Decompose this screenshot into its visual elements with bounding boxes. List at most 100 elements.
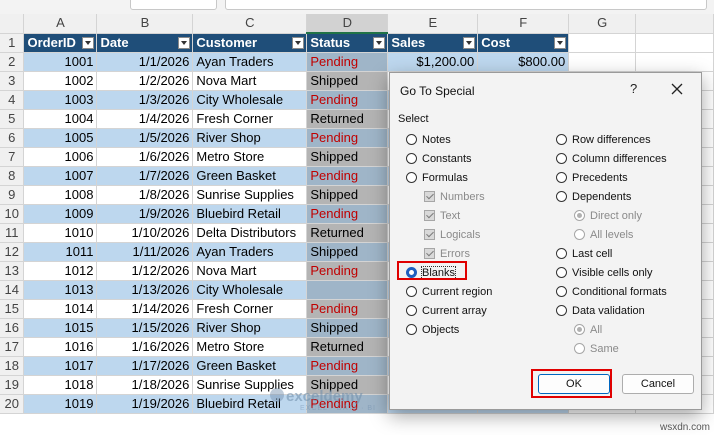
cell-date[interactable]: 1/9/2026 xyxy=(96,204,194,224)
option-row-differences[interactable]: Row differences xyxy=(556,132,651,148)
cell-customer[interactable]: Nova Mart xyxy=(192,71,308,91)
option-data-validation[interactable]: Data validation xyxy=(556,303,645,319)
cancel-button[interactable]: Cancel xyxy=(622,374,694,394)
cell-date[interactable]: 1/16/2026 xyxy=(96,337,194,357)
cell-status[interactable]: Pending xyxy=(306,204,389,224)
cell-sales[interactable]: $1,200.00 xyxy=(387,52,479,72)
row-header[interactable]: 17 xyxy=(0,337,25,357)
cell-customer[interactable]: Nova Mart xyxy=(192,261,308,281)
cell-date[interactable]: 1/3/2026 xyxy=(96,90,194,110)
row-header[interactable]: 6 xyxy=(0,128,25,148)
cell-empty[interactable] xyxy=(568,33,637,53)
cell-order-id[interactable]: 1019 xyxy=(23,394,98,414)
header-cell-orderid[interactable]: OrderID xyxy=(23,33,98,53)
option-objects[interactable]: Objects xyxy=(406,322,459,338)
row-header[interactable]: 1 xyxy=(0,33,25,53)
cell-empty[interactable] xyxy=(568,52,637,72)
cell-status[interactable]: Pending xyxy=(306,356,389,376)
row-header[interactable]: 9 xyxy=(0,185,25,205)
cell-status[interactable]: Pending xyxy=(306,52,389,72)
row-header[interactable]: 3 xyxy=(0,71,25,91)
cell-status[interactable]: Returned xyxy=(306,337,389,357)
cell-status[interactable]: Shipped xyxy=(306,242,389,262)
filter-dropdown-icon[interactable] xyxy=(82,36,95,49)
cell-customer[interactable]: City Wholesale xyxy=(192,280,308,300)
cell-customer[interactable]: Green Basket xyxy=(192,356,308,376)
cell-date[interactable]: 1/5/2026 xyxy=(96,128,194,148)
cell-date[interactable]: 1/4/2026 xyxy=(96,109,194,129)
column-header-g[interactable]: G xyxy=(568,14,637,34)
row-header[interactable]: 15 xyxy=(0,299,25,319)
column-header-c[interactable]: C xyxy=(192,14,308,34)
cell-date[interactable]: 1/13/2026 xyxy=(96,280,194,300)
cell-date[interactable]: 1/6/2026 xyxy=(96,147,194,167)
cell-order-id[interactable]: 1003 xyxy=(23,90,98,110)
option-conditional-formats[interactable]: Conditional formats xyxy=(556,284,667,300)
column-header-a[interactable]: A xyxy=(23,14,98,34)
cell-order-id[interactable]: 1008 xyxy=(23,185,98,205)
cell-cost[interactable]: $800.00 xyxy=(477,52,570,72)
column-header-b[interactable]: B xyxy=(96,14,194,34)
cell-customer[interactable]: Sunrise Supplies xyxy=(192,185,308,205)
filter-dropdown-icon[interactable] xyxy=(292,36,305,49)
header-cell-status[interactable]: Status xyxy=(306,33,389,53)
cell-order-id[interactable]: 1009 xyxy=(23,204,98,224)
cell-status[interactable]: Pending xyxy=(306,299,389,319)
cell-customer[interactable]: Green Basket xyxy=(192,166,308,186)
cell-customer[interactable]: Metro Store xyxy=(192,147,308,167)
cell-status[interactable]: Pending xyxy=(306,261,389,281)
cell-status[interactable]: Pending xyxy=(306,90,389,110)
cell-date[interactable]: 1/11/2026 xyxy=(96,242,194,262)
row-header[interactable]: 14 xyxy=(0,280,25,300)
cell-customer[interactable]: Bluebird Retail xyxy=(192,204,308,224)
row-header[interactable]: 7 xyxy=(0,147,25,167)
cell-order-id[interactable]: 1002 xyxy=(23,71,98,91)
filter-dropdown-icon[interactable] xyxy=(373,37,386,49)
cell-customer[interactable]: Fresh Corner xyxy=(192,109,308,129)
cell-status[interactable]: Returned xyxy=(306,109,389,129)
cell-status[interactable]: Returned xyxy=(306,223,389,243)
cell-order-id[interactable]: 1011 xyxy=(23,242,98,262)
cell-status[interactable]: Pending xyxy=(306,128,389,148)
header-cell-customer[interactable]: Customer xyxy=(192,33,308,53)
column-header-e[interactable]: E xyxy=(387,14,479,34)
help-button[interactable]: ? xyxy=(630,81,637,96)
option-precedents[interactable]: Precedents xyxy=(556,170,628,186)
close-button[interactable] xyxy=(666,79,688,99)
row-header[interactable]: 8 xyxy=(0,166,25,186)
row-header[interactable]: 2 xyxy=(0,52,25,72)
cell-empty[interactable] xyxy=(635,52,714,72)
cell-order-id[interactable]: 1018 xyxy=(23,375,98,395)
cell-order-id[interactable]: 1013 xyxy=(23,280,98,300)
row-header[interactable]: 4 xyxy=(0,90,25,110)
cell-status[interactable]: Pending xyxy=(306,166,389,186)
cell-order-id[interactable]: 1014 xyxy=(23,299,98,319)
cell-customer[interactable]: Delta Distributors xyxy=(192,223,308,243)
option-notes[interactable]: Notes xyxy=(406,132,451,148)
cell-date[interactable]: 1/14/2026 xyxy=(96,299,194,319)
cell-customer[interactable]: City Wholesale xyxy=(192,90,308,110)
row-header[interactable]: 19 xyxy=(0,375,25,395)
row-header[interactable]: 13 xyxy=(0,261,25,281)
row-header[interactable]: 11 xyxy=(0,223,25,243)
cell-customer[interactable]: Ayan Traders xyxy=(192,52,308,72)
cell-empty[interactable] xyxy=(635,33,714,53)
ok-button[interactable]: OK xyxy=(538,374,610,394)
cell-customer[interactable]: Fresh Corner xyxy=(192,299,308,319)
select-all-corner[interactable] xyxy=(0,14,25,34)
cell-order-id[interactable]: 1005 xyxy=(23,128,98,148)
row-header[interactable]: 12 xyxy=(0,242,25,262)
cell-status[interactable] xyxy=(306,280,389,300)
cell-order-id[interactable]: 1016 xyxy=(23,337,98,357)
row-header[interactable]: 18 xyxy=(0,356,25,376)
filter-dropdown-icon[interactable] xyxy=(178,36,191,49)
cell-date[interactable]: 1/18/2026 xyxy=(96,375,194,395)
header-cell-date[interactable]: Date xyxy=(96,33,194,53)
cell-date[interactable]: 1/17/2026 xyxy=(96,356,194,376)
cell-order-id[interactable]: 1017 xyxy=(23,356,98,376)
cell-order-id[interactable]: 1007 xyxy=(23,166,98,186)
cell-status[interactable]: Shipped xyxy=(306,71,389,91)
option-current-array[interactable]: Current array xyxy=(406,303,487,319)
row-header[interactable]: 5 xyxy=(0,109,25,129)
filter-dropdown-icon[interactable] xyxy=(554,36,567,49)
